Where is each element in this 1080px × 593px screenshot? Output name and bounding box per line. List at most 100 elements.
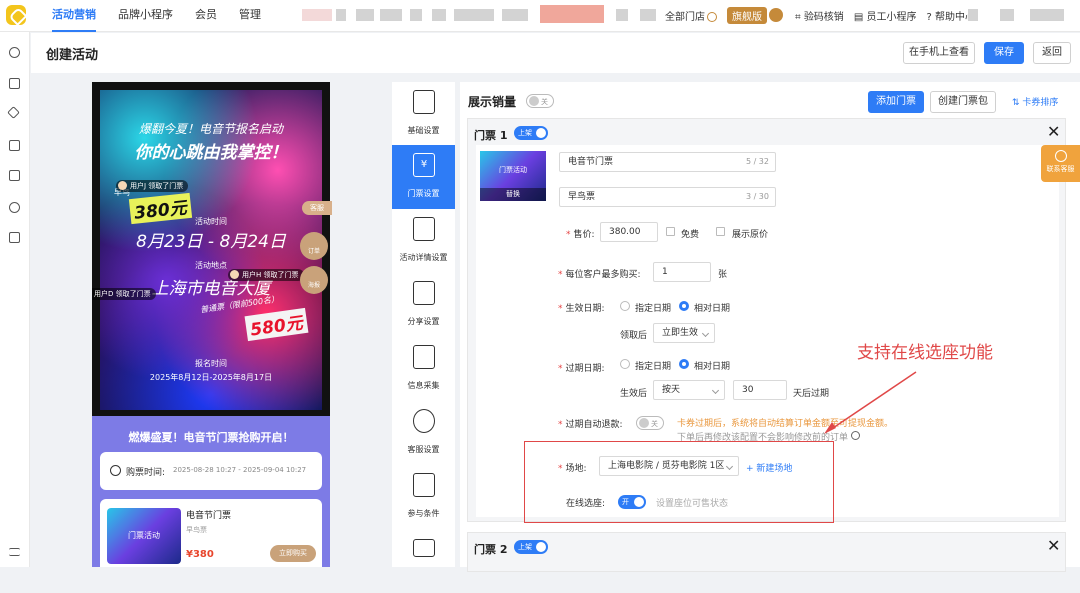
ticket-subtitle-input[interactable]: 早鸟票 3 / 30: [559, 187, 776, 207]
poster-time-label: 活动时间: [195, 217, 227, 226]
poster-line1: 爆翻今夏！电音节报名启动: [138, 122, 283, 136]
nav-manage[interactable]: 管理: [239, 0, 261, 32]
nav-member[interactable]: 会员: [195, 0, 217, 32]
redacted-block: [968, 9, 978, 21]
order-float-button[interactable]: 订单: [300, 232, 328, 260]
kefu-float-tag[interactable]: 客服: [302, 201, 332, 215]
buy-now-button[interactable]: 立即购买: [270, 545, 316, 562]
page-title: 创建活动: [46, 48, 99, 63]
edit-icon[interactable]: [9, 232, 20, 243]
effective-fixed-radio[interactable]: [620, 301, 630, 311]
redacted-block: [502, 9, 528, 21]
nav-marketing[interactable]: 活动营销: [52, 0, 96, 32]
annotation-text: 支持在线选座功能: [857, 343, 993, 363]
expire-fixed-label: 指定日期: [635, 362, 672, 372]
staff-app-link[interactable]: ▤ 员工小程序: [854, 8, 917, 23]
preview-on-phone-button[interactable]: 在手机上查看: [903, 42, 975, 64]
save-button[interactable]: 保存: [984, 42, 1024, 64]
ticket-1-thumbnail: 门票活动 替换: [480, 151, 546, 201]
ticket-thumbnail: 门票活动: [107, 508, 181, 564]
edition-badge[interactable]: 旗舰版: [727, 6, 767, 24]
poster-signup-value: 2025年8月12日-2025年8月17日: [149, 373, 273, 382]
step-more[interactable]: [392, 529, 455, 593]
flag-icon: [413, 473, 435, 497]
redacted-block: [336, 9, 346, 21]
top-right-links: 全部门店 旗舰版 ⌗ 验码核销 ▤ 员工小程序 ? 帮助中心: [665, 5, 985, 25]
coin-icon: [707, 11, 717, 22]
show-original-price-label: 展示原价: [732, 230, 769, 240]
show-original-price-checkbox[interactable]: [716, 227, 725, 236]
effective-relative-radio[interactable]: [679, 301, 689, 311]
expire-relative-radio[interactable]: [679, 359, 689, 369]
back-button[interactable]: 返回: [1033, 42, 1071, 64]
ticket-1-status-toggle[interactable]: 上架: [514, 126, 548, 140]
ticket-sub: 早鸟票: [186, 526, 207, 534]
crown-icon: [769, 8, 783, 22]
claim-effect-select[interactable]: 立即生效: [653, 323, 715, 343]
poster-line2: 你的心跳由我掌控！: [134, 143, 288, 163]
ticket-card[interactable]: 门票活动 电音节门票 早鸟票 ¥380 立即购买: [100, 499, 322, 567]
calendar-icon[interactable]: [9, 140, 20, 151]
headset-icon: [1054, 150, 1067, 162]
show-sales-toggle[interactable]: 关: [526, 94, 554, 108]
all-stores-link[interactable]: 全部门店: [665, 8, 717, 23]
step-ticket-settings[interactable]: ¥ 门票设置: [392, 145, 455, 209]
expire-unit-select[interactable]: 按天: [653, 380, 725, 400]
ticket-1-close-icon[interactable]: ✕: [1047, 122, 1060, 141]
claim-ribbon-d: 用户D 领取了门票: [92, 288, 156, 300]
chevron-down-icon: [711, 386, 720, 395]
basic-settings-icon: [413, 90, 435, 114]
inbox-icon[interactable]: [9, 170, 20, 181]
redacted-block: [410, 9, 422, 21]
add-ticket-button[interactable]: 添加门票: [868, 91, 924, 113]
expire-date-label: * 过期日期:: [558, 364, 605, 374]
price-input[interactable]: 380.00: [600, 222, 658, 242]
redacted-block: [540, 5, 604, 23]
verify-link[interactable]: ⌗ 验码核销: [795, 8, 844, 23]
chevron-down-icon: [701, 329, 710, 338]
redacted-block: [432, 9, 446, 21]
ticket-name: 电音节门票: [186, 511, 232, 521]
nav-mini-program[interactable]: 品牌小程序: [118, 0, 173, 32]
left-sidebar: [0, 32, 30, 567]
annotation-arrow-icon: [824, 371, 917, 434]
claim-ribbon-j: 用户J 领取了门票: [116, 180, 189, 192]
phone-preview: 爆翻今夏！电音节报名启动 你的心跳由我掌控！ 早鸟 380元 活动时间 8月23…: [92, 82, 330, 567]
step-info-collection[interactable]: 信息采集: [392, 337, 455, 401]
expire-days-input[interactable]: 30: [733, 380, 787, 400]
free-checkbox[interactable]: [666, 227, 675, 236]
settings-steps-nav: 基础设置 ¥ 门票设置 活动详情设置 分享设置 信息采集 客服设置 参与条件: [392, 82, 455, 567]
ticket-name-input[interactable]: 电音节门票 5 / 32: [559, 152, 776, 172]
dashboard-icon[interactable]: [9, 47, 20, 58]
ticket-2-close-icon[interactable]: ✕: [1047, 536, 1060, 555]
expire-fixed-radio[interactable]: [620, 359, 630, 369]
redacted-block: [302, 9, 332, 21]
sort-link[interactable]: ⇅ 卡券排序: [1012, 95, 1058, 108]
buy-time-card: 购票时间: 2025-08-28 10:27 - 2025-09-04 10:2…: [100, 452, 322, 490]
claim-ribbon-h: 用户H 领取了门票: [228, 269, 304, 281]
ticket-price: ¥380: [186, 549, 214, 560]
redacted-block: [1030, 9, 1064, 21]
list-icon: [413, 539, 435, 557]
step-detail-settings[interactable]: 活动详情设置: [392, 209, 455, 273]
poster-normal-price: 580元: [244, 307, 308, 342]
limit-input[interactable]: 1: [653, 262, 711, 282]
step-basic-settings[interactable]: 基础设置: [392, 82, 455, 146]
auto-refund-toggle[interactable]: 关: [636, 416, 664, 430]
poster-time-value: 8月23日 - 8月24日: [136, 232, 286, 252]
create-ticket-pack-button[interactable]: 创建门票包: [930, 91, 996, 113]
brand-logo-icon[interactable]: [6, 5, 26, 25]
show-sales-label: 展示销量: [468, 95, 517, 109]
gift-icon[interactable]: [9, 202, 20, 213]
replace-image-button[interactable]: 替换: [480, 188, 546, 201]
star-icon[interactable]: [7, 106, 20, 119]
step-share-settings[interactable]: 分享设置: [392, 273, 455, 337]
step-participation[interactable]: 参与条件: [392, 465, 455, 529]
document-icon[interactable]: [9, 78, 20, 89]
step-service-settings[interactable]: 客服设置: [392, 401, 455, 465]
menu-collapse-icon[interactable]: [9, 548, 20, 556]
top-bar: 活动营销 品牌小程序 会员 管理 全部门店 旗舰版 ⌗ 验码核销 ▤ 员工小程序…: [0, 0, 1080, 32]
ticket-2-status-toggle[interactable]: 上架: [514, 540, 548, 554]
poster-float-button[interactable]: 海报: [300, 266, 328, 294]
contact-service-button[interactable]: 联系客服: [1041, 145, 1080, 182]
